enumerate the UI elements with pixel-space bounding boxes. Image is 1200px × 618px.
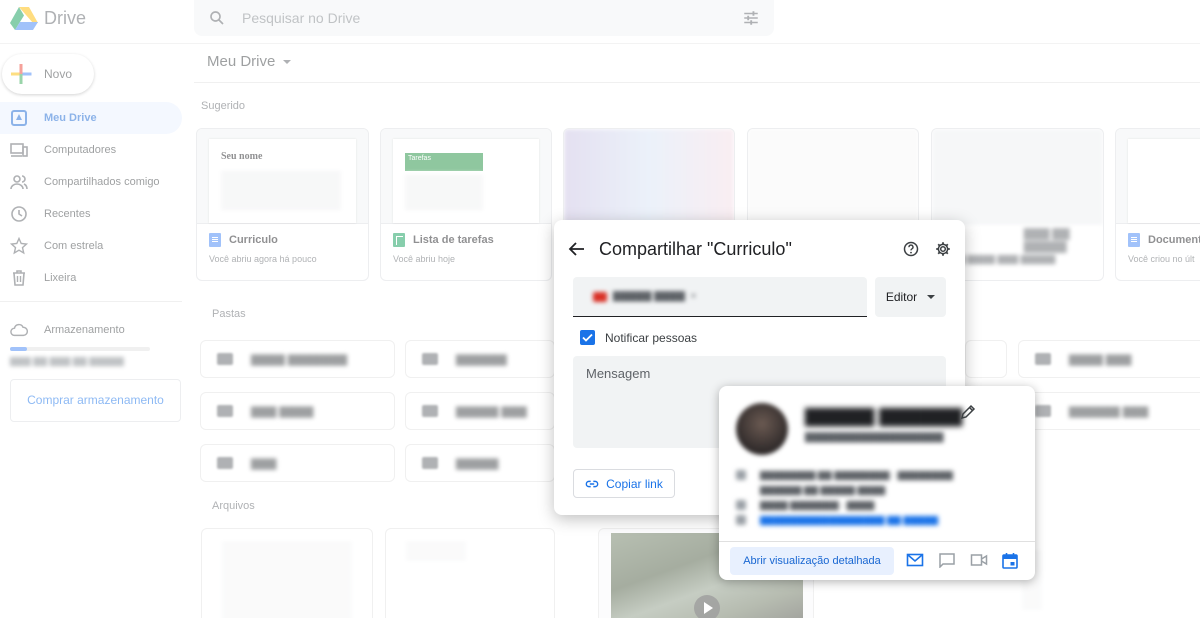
notify-checkbox[interactable] [580, 330, 595, 345]
drive-app: Drive Pesquisar no Drive Novo Meu Drive … [0, 0, 1200, 618]
checkmark-icon [582, 333, 593, 342]
link-icon [585, 480, 599, 487]
avatar [736, 403, 788, 455]
video-call-icon[interactable] [970, 552, 988, 568]
chat-icon[interactable] [938, 552, 956, 568]
profile-name: ▇▇▇▇▇ ▇▇▇▇▇▇ [805, 406, 963, 426]
calendar-icon[interactable] [1002, 552, 1018, 569]
back-arrow-icon[interactable] [568, 240, 586, 258]
dialog-title: Compartilhar "Curriculo" [599, 239, 792, 259]
open-detailed-view-button[interactable]: Abrir visualização detalhada [730, 547, 894, 575]
recipient-chip[interactable]: ▇▇▇▇▇ ▇▇▇▇ × [593, 291, 696, 302]
notify-label: Notificar pessoas [605, 330, 698, 345]
profile-details: ▇▇▇▇▇▇▇▇ ▇▇ ▇▇▇▇▇▇▇▇ · ▇▇▇▇▇▇▇▇ ▇▇▇▇▇▇ ▇… [736, 468, 966, 528]
chevron-down-icon [927, 295, 936, 299]
people-input[interactable]: ▇▇▇▇▇ ▇▇▇▇ × [573, 277, 867, 317]
role-value: Editor [885, 290, 918, 304]
edit-pencil-icon[interactable] [960, 404, 976, 420]
copy-link-label: Copiar link [606, 476, 663, 491]
copy-link-button[interactable]: Copiar link [573, 469, 675, 498]
profile-email: ▇▇▇▇▇▇▇▇▇▇▇▇▇▇▇▇▇▇ [805, 432, 944, 443]
role-select[interactable]: Editor [875, 277, 946, 317]
recipient-avatar [593, 291, 607, 302]
profile-hovercard: ▇▇▇▇▇ ▇▇▇▇▇▇ ▇▇▇▇▇▇▇▇▇▇▇▇▇▇▇▇▇▇ ▇▇▇▇▇▇▇▇… [719, 386, 1035, 580]
notify-people[interactable]: Notificar pessoas [580, 330, 697, 345]
help-icon[interactable] [903, 241, 919, 257]
email-icon[interactable] [906, 552, 924, 568]
gear-icon[interactable] [935, 241, 951, 257]
hovercard-actions: Abrir visualização detalhada [719, 541, 1035, 580]
